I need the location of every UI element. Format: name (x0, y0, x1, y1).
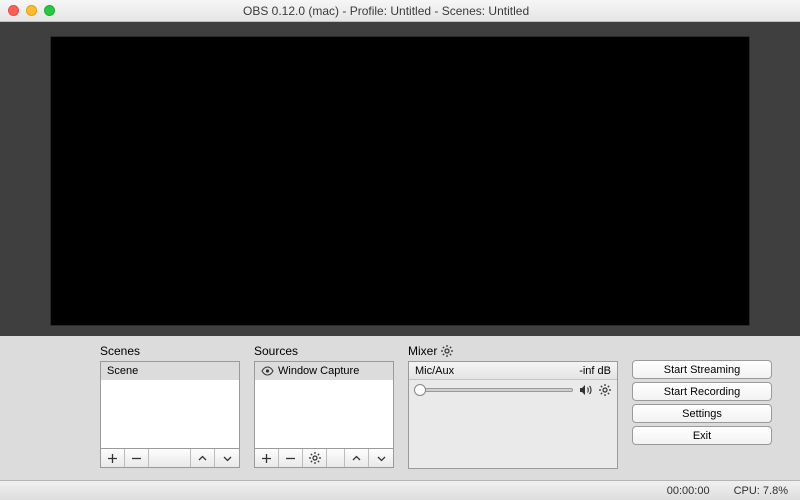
list-item[interactable]: Scene (101, 362, 239, 380)
gear-icon (309, 452, 321, 464)
move-source-up-button[interactable] (345, 449, 369, 467)
slider-thumb[interactable] (414, 384, 426, 396)
titlebar: OBS 0.12.0 (mac) - Profile: Untitled - S… (0, 0, 800, 22)
mixer-channel-body (409, 380, 617, 400)
list-item[interactable]: Window Capture (255, 362, 393, 380)
add-source-button[interactable] (255, 449, 279, 467)
plus-icon (261, 453, 272, 464)
window-title: OBS 0.12.0 (mac) - Profile: Untitled - S… (243, 4, 529, 18)
move-scene-down-button[interactable] (215, 449, 239, 467)
speaker-icon[interactable] (579, 384, 593, 396)
source-name: Window Capture (278, 362, 359, 380)
move-source-down-button[interactable] (369, 449, 393, 467)
scene-name: Scene (107, 362, 138, 380)
mixer-label: Mixer (408, 344, 618, 358)
chevron-down-icon (222, 453, 233, 464)
toolbar-spacer (327, 449, 345, 467)
remove-scene-button[interactable] (125, 449, 149, 467)
window-controls (8, 5, 55, 16)
preview-canvas[interactable] (50, 36, 750, 326)
scenes-panel: Scenes Scene (100, 344, 240, 468)
minus-icon (285, 453, 296, 464)
zoom-icon[interactable] (44, 5, 55, 16)
scenes-toolbar (100, 448, 240, 468)
control-buttons: Start Streaming Start Recording Settings… (632, 360, 772, 445)
channel-level: -inf dB (579, 365, 611, 377)
scenes-list[interactable]: Scene (100, 361, 240, 449)
sources-toolbar (254, 448, 394, 468)
settings-button[interactable]: Settings (632, 404, 772, 423)
channel-name: Mic/Aux (415, 365, 454, 377)
start-recording-button[interactable]: Start Recording (632, 382, 772, 401)
preview-area (0, 22, 800, 336)
mixer-panel: Mixer Mic/Aux -inf dB (408, 344, 618, 469)
status-cpu: CPU: 7.8% (734, 485, 788, 497)
minimize-icon[interactable] (26, 5, 37, 16)
sources-list[interactable]: Window Capture (254, 361, 394, 449)
sources-panel: Sources Window Capture (254, 344, 394, 468)
mixer-box: Mic/Aux -inf dB (408, 361, 618, 469)
plus-icon (107, 453, 118, 464)
eye-icon[interactable] (261, 366, 274, 376)
minus-icon (131, 453, 142, 464)
panels: Scenes Scene Sources Window Capture (0, 336, 800, 469)
gear-icon[interactable] (599, 384, 611, 396)
status-time: 00:00:00 (667, 485, 710, 497)
chevron-down-icon (376, 453, 387, 464)
chevron-up-icon (351, 453, 362, 464)
sources-label: Sources (254, 344, 394, 358)
close-icon[interactable] (8, 5, 19, 16)
mixer-channel-header: Mic/Aux -inf dB (409, 362, 617, 380)
exit-button[interactable]: Exit (632, 426, 772, 445)
toolbar-spacer (149, 449, 191, 467)
move-scene-up-button[interactable] (191, 449, 215, 467)
chevron-up-icon (197, 453, 208, 464)
mixer-label-text: Mixer (408, 344, 437, 358)
add-scene-button[interactable] (101, 449, 125, 467)
scenes-label: Scenes (100, 344, 240, 358)
status-bar: 00:00:00 CPU: 7.8% (0, 480, 800, 500)
start-streaming-button[interactable]: Start Streaming (632, 360, 772, 379)
gear-icon[interactable] (441, 345, 453, 357)
volume-slider[interactable] (415, 388, 573, 392)
source-properties-button[interactable] (303, 449, 327, 467)
remove-source-button[interactable] (279, 449, 303, 467)
